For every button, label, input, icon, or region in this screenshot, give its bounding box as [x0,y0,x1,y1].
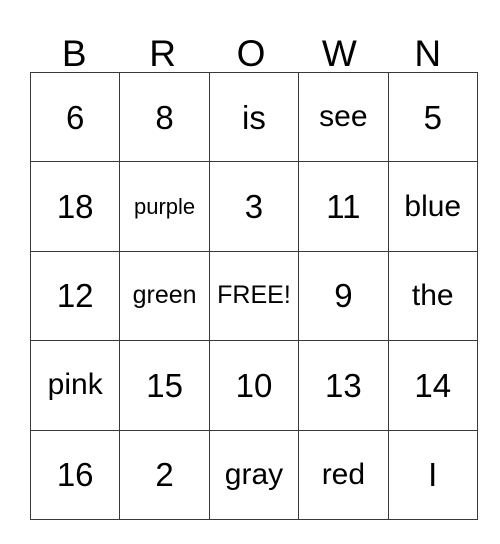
bingo-cell[interactable]: 15 [119,340,210,431]
bingo-cell[interactable]: 12 [29,250,121,342]
bingo-cell[interactable]: the [387,250,478,342]
bingo-cell[interactable]: pink [29,340,121,431]
bingo-cell-text: 10 [235,366,273,404]
bingo-cell[interactable]: 14 [387,340,478,431]
bingo-cell[interactable]: 13 [298,340,389,431]
bingo-cell[interactable]: 16 [29,429,121,520]
bingo-cell-text: 9 [334,277,353,315]
bingo-cell-text: 5 [423,98,442,136]
bingo-row: 12 green FREE! 9 the [29,250,478,342]
bingo-cell-text: purple [134,193,196,219]
bingo-cell-text: gray [224,457,284,491]
bingo-cell[interactable]: 9 [298,250,389,342]
bingo-row: 16 2 gray red I [29,429,478,520]
bingo-cell-text: pink [47,368,103,402]
bingo-cell-text: the [411,278,454,312]
bingo-header-letter: N [414,33,442,74]
bingo-cell-text: blue [404,189,462,223]
bingo-cell-text: I [428,456,438,494]
bingo-cell-text: 12 [56,277,94,315]
bingo-cell-text: 16 [56,456,94,494]
bingo-cell[interactable]: 8 [119,71,210,163]
bingo-header-letter: B [61,33,87,74]
bingo-header-cell-4: N [384,8,472,72]
bingo-header-letter: O [236,33,266,74]
bingo-cell[interactable]: see [298,71,389,163]
bingo-cell[interactable]: gray [208,429,300,520]
bingo-cell[interactable]: 18 [29,161,121,252]
bingo-row: pink 15 10 13 14 [29,340,478,431]
bingo-cell-text: 11 [326,188,361,226]
bingo-header-cell-3: W [295,8,383,72]
bingo-free-space-text: FREE! [217,281,291,310]
bingo-header-cell-0: B [30,8,118,72]
bingo-cell-text: 6 [66,98,85,136]
bingo-cell[interactable]: blue [387,161,478,252]
bingo-header-cell-1: R [118,8,206,72]
bingo-cell-text: 3 [244,188,264,226]
bingo-cell-text: red [321,457,366,491]
bingo-cell-text: 2 [155,456,174,494]
bingo-cell-text: see [319,100,368,134]
bingo-cell-text: 14 [414,366,452,404]
bingo-cell[interactable]: 2 [119,429,210,520]
bingo-cell-text: 18 [56,188,94,226]
bingo-cell[interactable]: 5 [387,71,478,163]
bingo-cell-text: is [242,98,266,136]
bingo-cell[interactable]: 10 [208,340,300,431]
bingo-header-row: B R O W N [30,8,472,72]
bingo-cell[interactable]: I [387,429,478,520]
bingo-cell-text: 13 [325,366,362,404]
bingo-cell[interactable]: green [119,250,210,342]
bingo-row: 18 purple 3 11 blue [29,161,478,252]
bingo-cell-text: green [132,281,197,310]
bingo-card: B R O W N 6 8 is see 5 18 purple 3 11 bl… [29,8,478,520]
bingo-row: 6 8 is see 5 [29,71,478,163]
bingo-cell-text: 15 [146,366,183,404]
bingo-cell-free[interactable]: FREE! [208,250,300,342]
bingo-cell[interactable]: purple [119,161,210,252]
bingo-cell[interactable]: red [298,429,389,520]
bingo-header-letter: R [149,33,176,74]
bingo-cell[interactable]: is [208,71,300,163]
bingo-cell-text: 8 [155,98,174,136]
bingo-header-letter: W [321,33,357,74]
bingo-cell[interactable]: 6 [29,71,121,163]
bingo-header-cell-2: O [207,8,295,72]
bingo-grid: 6 8 is see 5 18 purple 3 11 blue 12 gree… [29,71,478,520]
bingo-cell[interactable]: 11 [298,161,389,252]
bingo-cell[interactable]: 3 [208,161,300,252]
